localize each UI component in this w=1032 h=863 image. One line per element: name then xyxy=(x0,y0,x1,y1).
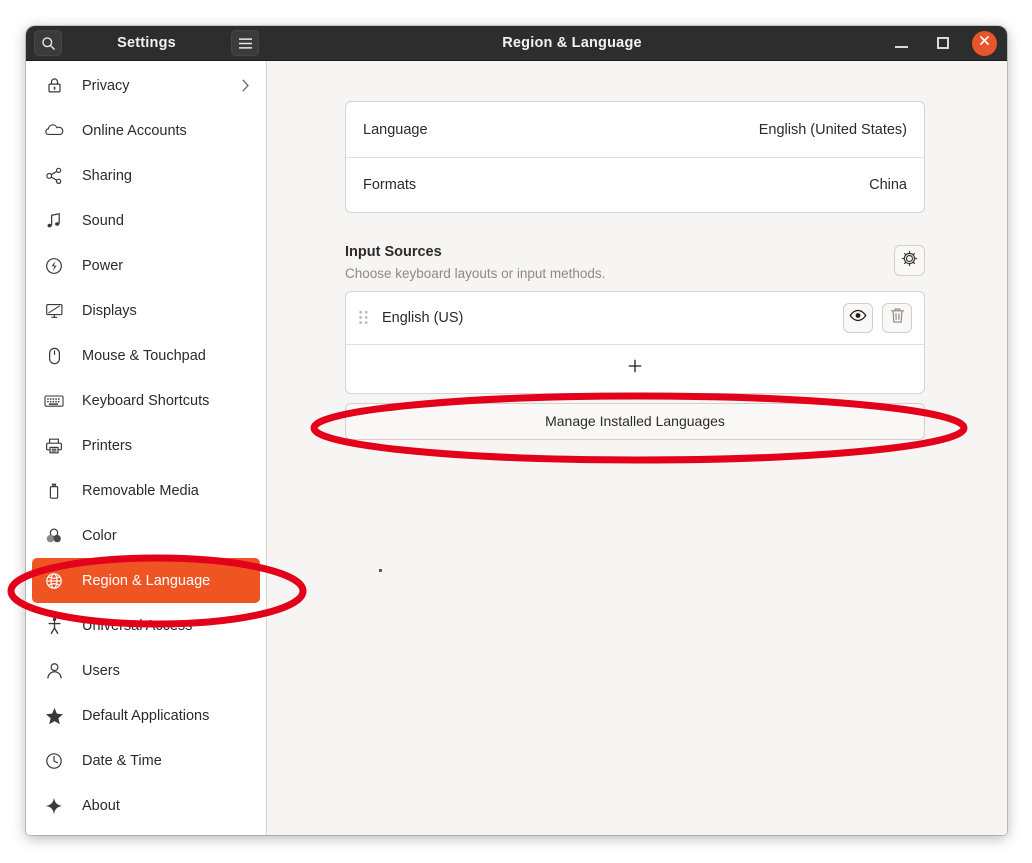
formats-row[interactable]: Formats China xyxy=(346,157,924,212)
sidebar-item-label: Printers xyxy=(82,437,132,454)
input-source-row[interactable]: English (US) xyxy=(346,292,924,344)
screen: Settings Region & Language Privacy Onlin… xyxy=(0,0,1032,863)
input-sources-heading-text: Input Sources Choose keyboard layouts or… xyxy=(345,243,605,281)
sidebar-item-keyboard-shortcuts[interactable]: Keyboard Shortcuts xyxy=(32,378,260,423)
maximize-button[interactable] xyxy=(930,30,956,56)
sidebar-title: Settings xyxy=(117,35,176,51)
sidebar-item-label: Mouse & Touchpad xyxy=(82,347,206,364)
minimize-icon xyxy=(894,46,908,48)
input-source-actions xyxy=(843,302,912,333)
close-icon xyxy=(972,28,997,58)
sidebar-item-sharing[interactable]: Sharing xyxy=(32,153,260,198)
sidebar-item-mouse-touchpad[interactable]: Mouse & Touchpad xyxy=(32,333,260,378)
menu-button[interactable] xyxy=(231,30,259,56)
sidebar-item-label: Displays xyxy=(82,302,137,319)
sidebar-item-online-accounts[interactable]: Online Accounts xyxy=(32,108,260,153)
sidebar-header: Settings xyxy=(26,26,267,60)
remove-input-source-button[interactable] xyxy=(882,302,912,333)
power-icon xyxy=(44,256,64,276)
sidebar-item-label: About xyxy=(82,797,120,814)
screen-artifact-dot xyxy=(379,569,382,572)
input-sources-card: English (US) xyxy=(345,290,925,394)
manage-installed-languages-button[interactable]: Manage Installed Languages xyxy=(345,402,925,440)
sidebar-item-default-applications[interactable]: Default Applications xyxy=(32,693,260,738)
close-button[interactable] xyxy=(972,28,997,58)
sidebar-item-privacy[interactable]: Privacy xyxy=(32,63,260,108)
sidebar-item-color[interactable]: Color xyxy=(32,513,260,558)
sidebar-item-sound[interactable]: Sound xyxy=(32,198,260,243)
sidebar-item-label: Default Applications xyxy=(82,707,210,724)
sidebar-item-label: Sharing xyxy=(82,167,132,184)
maximize-icon xyxy=(937,37,949,49)
input-sources-title: Input Sources xyxy=(345,244,442,260)
window-body: Privacy Online Accounts Sharing Sound Po… xyxy=(26,61,1007,835)
clock-icon xyxy=(44,751,64,771)
sidebar-item-removable-media[interactable]: Removable Media xyxy=(32,468,260,513)
sidebar-item-label: Keyboard Shortcuts xyxy=(82,392,210,409)
window-controls xyxy=(888,30,997,56)
hamburger-menu-icon xyxy=(238,37,253,50)
settings-window: Settings Region & Language Privacy Onlin… xyxy=(26,26,1007,835)
mouse-icon xyxy=(44,346,64,366)
input-sources-subtitle: Choose keyboard layouts or input methods… xyxy=(345,265,606,281)
language-row-label: Language xyxy=(363,121,428,138)
printer-icon xyxy=(44,436,64,456)
sidebar-item-label: Sound xyxy=(82,212,124,229)
sidebar-item-about[interactable]: About xyxy=(32,783,260,828)
search-icon xyxy=(41,36,56,51)
color-icon xyxy=(44,526,64,546)
sidebar-item-date-time[interactable]: Date & Time xyxy=(32,738,260,783)
sidebar-item-label: Online Accounts xyxy=(82,122,187,139)
window-header: Region & Language xyxy=(267,26,1007,60)
usb-drive-icon xyxy=(44,481,64,501)
star-icon xyxy=(44,706,64,726)
music-note-icon xyxy=(44,211,64,231)
input-sources-header: Input Sources Choose keyboard layouts or… xyxy=(345,243,925,281)
formats-row-label: Formats xyxy=(363,177,417,193)
sidebar-item-universal-access[interactable]: Universal Access xyxy=(32,603,260,648)
sidebar-item-label: Region & Language xyxy=(82,572,211,589)
share-icon xyxy=(44,166,64,186)
sidebar-item-label: Date & Time xyxy=(82,752,162,769)
sparkle-icon xyxy=(44,796,64,816)
keyboard-icon xyxy=(44,391,64,411)
search-button[interactable] xyxy=(34,30,62,56)
sidebar-item-region-language[interactable]: Region & Language xyxy=(32,558,260,603)
add-input-source-button[interactable] xyxy=(346,343,924,393)
drag-handle-icon[interactable] xyxy=(356,308,370,328)
display-icon xyxy=(44,301,64,321)
eye-icon xyxy=(849,309,867,327)
preview-layout-button[interactable] xyxy=(843,302,873,333)
content-inner: Language English (United States) Formats… xyxy=(345,101,925,440)
chevron-right-icon xyxy=(241,78,250,93)
title-bar: Settings Region & Language xyxy=(26,26,1007,61)
sidebar-item-power[interactable]: Power xyxy=(32,243,260,288)
sidebar-item-label: Users xyxy=(82,662,120,679)
formats-row-value: China xyxy=(869,177,907,193)
sidebar-item-printers[interactable]: Printers xyxy=(32,423,260,468)
sidebar-item-label: Power xyxy=(82,257,124,274)
accessibility-icon xyxy=(44,616,64,636)
trash-icon xyxy=(890,307,905,329)
language-row-value: English (United States) xyxy=(758,121,907,138)
content-panel: Language English (United States) Formats… xyxy=(267,61,1007,835)
sidebar-item-label: Removable Media xyxy=(82,482,199,499)
user-icon xyxy=(44,661,64,681)
sidebar: Privacy Online Accounts Sharing Sound Po… xyxy=(26,61,267,835)
globe-icon xyxy=(44,571,64,591)
gear-icon xyxy=(901,250,918,272)
sidebar-item-users[interactable]: Users xyxy=(32,648,260,693)
cloud-icon xyxy=(44,121,64,141)
language-card: Language English (United States) Formats… xyxy=(345,101,925,213)
sidebar-item-label: Universal Access xyxy=(82,617,193,634)
minimize-button[interactable] xyxy=(888,30,914,56)
sidebar-item-label: Privacy xyxy=(82,77,130,94)
language-row[interactable]: Language English (United States) xyxy=(346,102,924,157)
lock-icon xyxy=(44,76,64,96)
input-source-label: English (US) xyxy=(382,309,464,326)
sidebar-item-displays[interactable]: Displays xyxy=(32,288,260,333)
plus-icon xyxy=(627,358,643,379)
input-sources-settings-button[interactable] xyxy=(894,245,925,276)
sidebar-item-label: Color xyxy=(82,527,117,544)
